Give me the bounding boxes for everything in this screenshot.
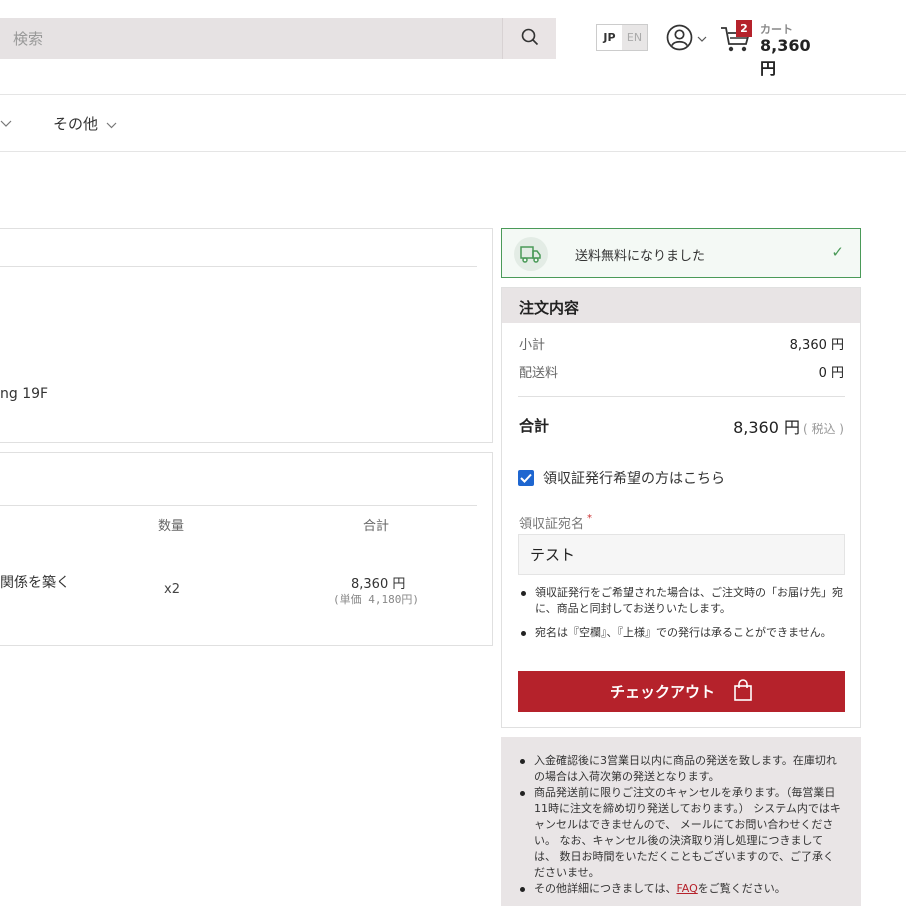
search-input[interactable] xyxy=(0,18,502,59)
order-info-box: 入金確認後に3営業日以内に商品の発送を致します。在庫切れの場合は入荷次第の発送と… xyxy=(501,737,861,906)
list-item: 領収証発行をご希望された場合は、ご注文時の「お届け先」宛に、商品と同封してお送り… xyxy=(519,585,845,617)
user-icon xyxy=(666,24,693,55)
column-header-quantity: 数量 xyxy=(158,519,185,534)
chevron-down-icon[interactable] xyxy=(0,117,12,132)
product-quantity: x2 xyxy=(164,582,180,597)
nav-item-other[interactable]: その他 xyxy=(53,113,117,134)
order-summary-header: 注文内容 xyxy=(502,288,860,323)
required-mark: * xyxy=(587,513,593,524)
total-value: 8,360 円( 税込 ) xyxy=(733,414,844,438)
account-menu[interactable] xyxy=(666,24,707,55)
checkout-button-label: チェックアウト xyxy=(609,683,715,701)
shopping-bag-icon xyxy=(733,678,753,705)
receipt-checkbox[interactable]: 領収証発行希望の方はこちら xyxy=(518,468,725,488)
shipping-address-panel xyxy=(0,228,493,443)
search-bar xyxy=(0,18,556,59)
faq-suffix-text: をご覧ください。 xyxy=(697,882,786,895)
list-item: 商品発送前に限りご注文のキャンセルを承ります。（毎営業日11時に注文を締め切り発… xyxy=(518,785,844,881)
receipt-notes: 領収証発行をご希望された場合は、ご注文時の「お届け先」宛に、商品と同封してお送り… xyxy=(519,585,845,649)
nav-item-label: その他 xyxy=(53,115,99,133)
subtotal-label: 小計 xyxy=(519,338,546,353)
product-unit-price: (単価 4,180円) xyxy=(333,593,419,606)
panel-divider xyxy=(0,266,477,267)
receipt-checkbox-label: 領収証発行希望の方はこちら xyxy=(543,471,725,487)
free-shipping-message: 送料無料になりました xyxy=(575,249,706,264)
lang-jp-button[interactable]: JP xyxy=(597,25,622,50)
receipt-recipient-label: 領収証宛名 * xyxy=(519,513,592,532)
list-item: 宛名は『空欄』、『上様』での発行は承ることができません。 xyxy=(519,625,845,641)
order-summary: 注文内容 小計 8,360 円 配送料 0 円 合計 8,360 円( 税込 )… xyxy=(501,287,861,728)
chevron-down-icon xyxy=(697,32,707,47)
subtotal-value: 8,360 円 xyxy=(789,338,844,353)
address-text: ng 19F xyxy=(0,386,49,402)
cart-button[interactable]: 2 カート 8,360 円 xyxy=(720,18,830,78)
shipping-fee-label: 配送料 xyxy=(519,366,559,381)
header-divider xyxy=(0,94,906,95)
cart-total: 8,360 円 xyxy=(760,36,811,78)
free-shipping-banner: 送料無料になりました ✓ xyxy=(501,228,861,278)
list-item: その他詳細につきましては、FAQをご覧ください。 xyxy=(518,881,844,897)
check-icon: ✓ xyxy=(831,243,844,261)
lang-en-button[interactable]: EN xyxy=(622,25,647,50)
summary-divider xyxy=(518,396,845,397)
panel-divider xyxy=(0,505,477,506)
truck-icon xyxy=(514,237,548,271)
cart-count-badge: 2 xyxy=(736,20,752,37)
search-button[interactable] xyxy=(502,18,556,59)
total-amount: 8,360 円 xyxy=(733,418,800,437)
search-icon xyxy=(521,28,539,50)
checkout-button[interactable]: チェックアウト xyxy=(518,671,845,712)
chevron-down-icon xyxy=(106,115,117,133)
product-total: 8,360 円 xyxy=(351,577,406,592)
recipient-label-text: 領収証宛名 xyxy=(519,517,585,532)
order-items-panel xyxy=(0,452,493,646)
faq-prefix-text: その他詳細につきましては、 xyxy=(534,882,677,895)
total-label: 合計 xyxy=(519,417,550,435)
order-summary-title: 注文内容 xyxy=(519,299,580,317)
product-name: 関係を築く xyxy=(0,575,70,591)
checkbox-checked-icon xyxy=(518,470,534,486)
order-info-list: 入金確認後に3営業日以内に商品の発送を致します。在庫切れの場合は入荷次第の発送と… xyxy=(518,753,844,897)
column-header-total: 合計 xyxy=(363,519,390,534)
cart-label: カート xyxy=(760,23,793,36)
list-item: 入金確認後に3営業日以内に商品の発送を致します。在庫切れの場合は入荷次第の発送と… xyxy=(518,753,844,785)
faq-link[interactable]: FAQ xyxy=(676,882,697,895)
receipt-recipient-input[interactable] xyxy=(518,534,845,575)
language-switcher: JP EN xyxy=(596,24,648,51)
nav-divider xyxy=(0,151,906,152)
tax-included-note: ( 税込 ) xyxy=(803,422,844,436)
shipping-fee-value: 0 円 xyxy=(818,366,844,381)
